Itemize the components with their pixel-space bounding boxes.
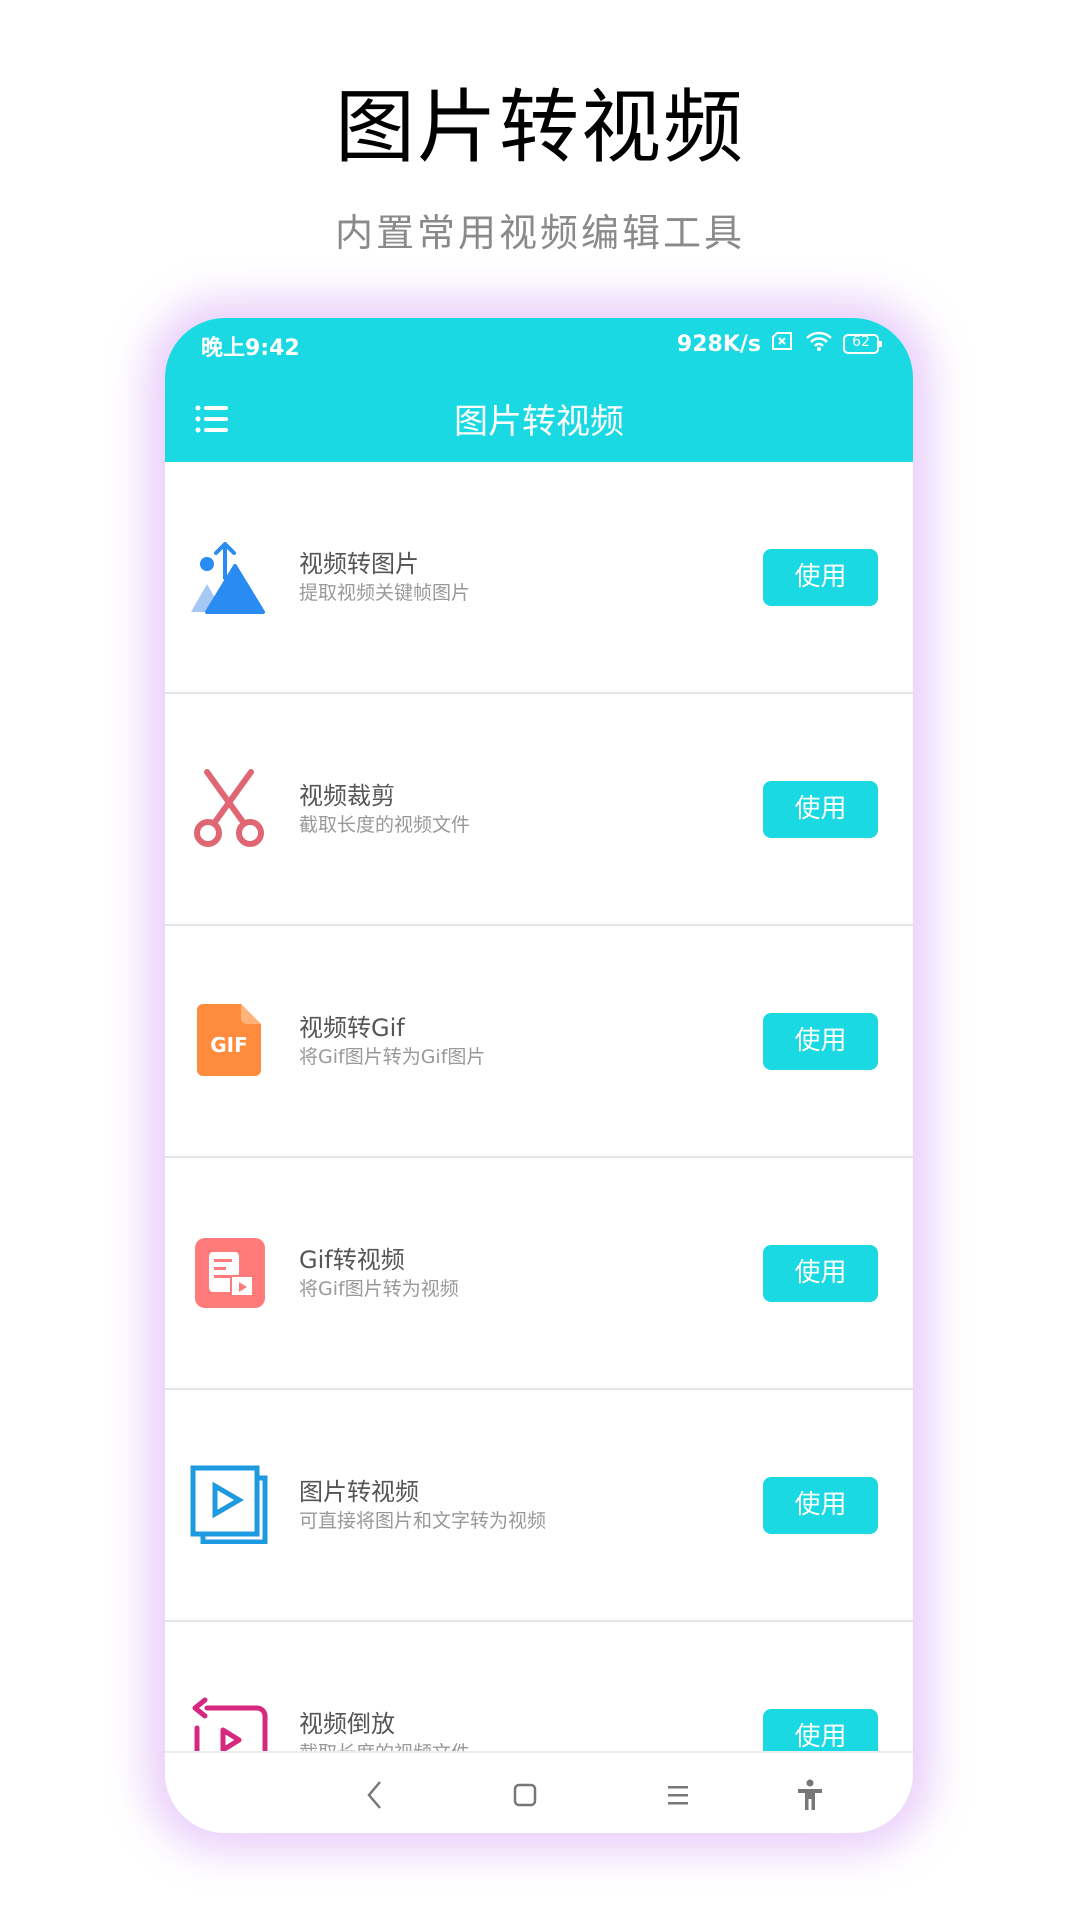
toolbar-title: 图片转视频 <box>454 402 624 442</box>
svg-text:GIF: GIF <box>210 1033 248 1057</box>
tool-subtitle: 将Gif图片转为Gif图片 <box>299 1046 486 1068</box>
promo-subtitle: 内置常用视频编辑工具 <box>334 211 745 255</box>
tool-title: 视频转图片 <box>299 550 419 578</box>
accessibility-icon[interactable] <box>790 1775 830 1815</box>
tool-title: 视频倒放 <box>299 1710 395 1738</box>
no-sim-icon <box>771 331 795 357</box>
tool-row-video-to-image: 视频转图片 提取视频关键帧图片 使用 <box>165 462 913 694</box>
use-button[interactable]: 使用 <box>763 1013 878 1070</box>
tool-subtitle: 可直接将图片和文字转为视频 <box>299 1510 547 1532</box>
tool-subtitle: 将Gif图片转为视频 <box>299 1278 459 1300</box>
tool-row-video-to-gif: GIF 视频转Gif 将Gif图片转为Gif图片 使用 <box>165 926 913 1158</box>
battery-icon: 62 <box>843 333 883 355</box>
home-icon[interactable] <box>505 1775 545 1815</box>
scissors-icon <box>189 768 269 848</box>
tool-row-image-to-video: 图片转视频 可直接将图片和文字转为视频 使用 <box>165 1390 913 1622</box>
menu-icon[interactable] <box>195 404 229 434</box>
promo-title: 图片转视频 <box>335 81 745 174</box>
status-time: 晚上9:42 <box>201 336 300 361</box>
image-upload-icon <box>189 536 269 616</box>
gif-to-video-icon <box>189 1232 269 1312</box>
play-stack-icon <box>189 1464 269 1545</box>
use-button[interactable]: 使用 <box>763 781 878 838</box>
wifi-icon <box>805 330 833 358</box>
phone-frame: 晚上9:42 928K/s 62 图片转视频 视频转图片 提取视频关键帧图片 使… <box>165 318 913 1833</box>
tool-title: 视频裁剪 <box>299 782 395 810</box>
back-icon[interactable] <box>355 1775 395 1815</box>
tool-title: Gif转视频 <box>299 1246 405 1274</box>
tool-row-video-trim: 视频裁剪 截取长度的视频文件 使用 <box>165 694 913 926</box>
status-bar: 晚上9:42 928K/s 62 <box>165 318 913 382</box>
system-nav-bar <box>165 1751 913 1833</box>
tool-title: 视频转Gif <box>299 1014 405 1042</box>
status-indicators: 928K/s 62 <box>677 330 883 358</box>
tool-subtitle: 截取长度的视频文件 <box>299 814 471 836</box>
tool-title: 图片转视频 <box>299 1478 419 1506</box>
use-button[interactable]: 使用 <box>763 1245 878 1302</box>
gif-file-icon: GIF <box>189 1000 269 1080</box>
recents-icon[interactable] <box>658 1775 698 1815</box>
use-button[interactable]: 使用 <box>763 1477 878 1534</box>
network-speed: 928K/s <box>676 331 761 357</box>
battery-level: 62 <box>852 334 870 350</box>
app-toolbar: 图片转视频 <box>165 382 913 462</box>
tool-list: 视频转图片 提取视频关键帧图片 使用 视频裁剪 截取长度的视频文件 使用 GIF… <box>165 462 913 1833</box>
tool-subtitle: 提取视频关键帧图片 <box>299 582 471 604</box>
use-button[interactable]: 使用 <box>763 549 878 606</box>
tool-row-gif-to-video: Gif转视频 将Gif图片转为视频 使用 <box>165 1158 913 1390</box>
